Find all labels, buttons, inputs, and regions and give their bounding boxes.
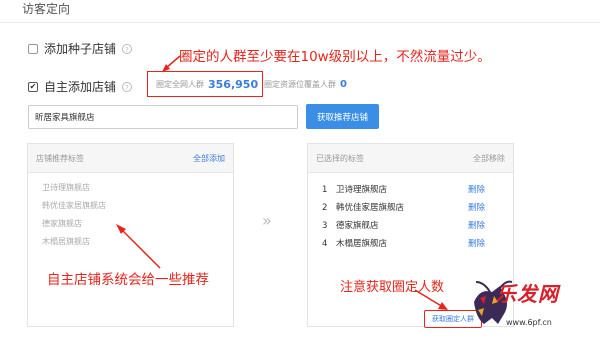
watermark-url: www.6pf.cn — [506, 318, 552, 327]
watermark-brand: 乐发网 — [496, 282, 559, 306]
arrow-to-audience — [162, 55, 181, 72]
arrow-to-bottom-button — [414, 289, 448, 310]
arrow-to-recommendations — [116, 224, 161, 269]
